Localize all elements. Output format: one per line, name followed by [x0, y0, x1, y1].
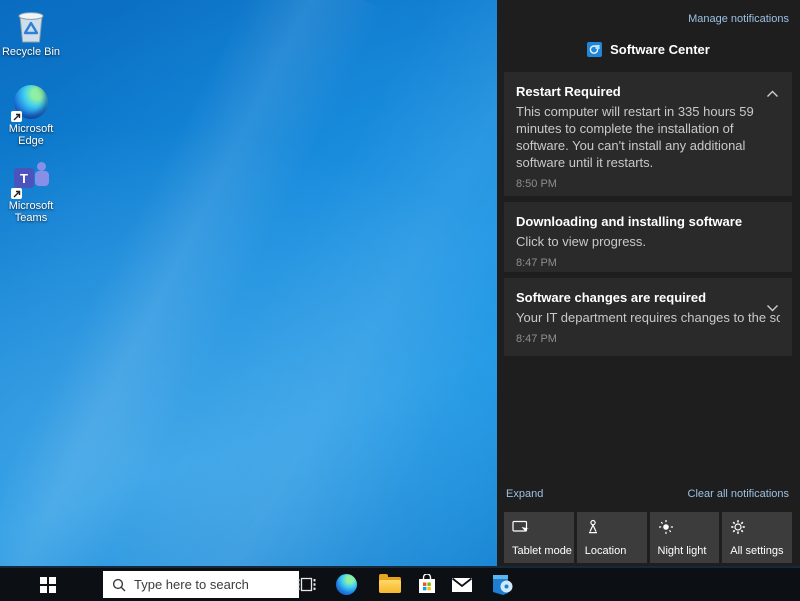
notification-time: 8:50 PM	[516, 178, 780, 190]
quick-actions-row: Tablet mode Location Night	[504, 512, 792, 563]
mail-button[interactable]	[442, 568, 482, 601]
tablet-mode-icon	[512, 519, 530, 536]
task-view-icon	[297, 576, 316, 593]
settings-gear-icon	[730, 519, 746, 535]
notification-group-title: Software Center	[610, 42, 710, 57]
desktop-icon-recycle-bin[interactable]: Recycle Bin	[0, 8, 62, 58]
software-center-icon	[587, 42, 602, 57]
expand-link[interactable]: Expand	[506, 488, 543, 500]
software-center-taskbar-button[interactable]	[482, 568, 522, 601]
taskbar-search[interactable]	[103, 571, 299, 598]
mail-icon	[451, 577, 473, 593]
shortcut-arrow-icon	[11, 188, 22, 199]
task-view-button[interactable]	[286, 568, 326, 601]
notification-card-downloading[interactable]: Downloading and installing software Clic…	[504, 202, 792, 272]
quick-action-label: Night light	[658, 545, 707, 557]
action-center-panel: Manage notifications Software Center Res…	[497, 0, 800, 566]
chevron-up-icon[interactable]	[764, 84, 781, 103]
notification-body: This computer will restart in 335 hours …	[516, 103, 780, 171]
edge-icon	[13, 85, 49, 121]
notification-time: 8:47 PM	[516, 333, 780, 345]
teams-icon: T	[13, 162, 49, 198]
notification-group-header[interactable]: Software Center	[497, 42, 800, 57]
file-explorer-icon	[379, 577, 401, 593]
quick-action-night-light[interactable]: Night light	[650, 512, 720, 563]
notification-title: Restart Required	[516, 83, 780, 100]
recycle-bin-icon	[13, 8, 49, 44]
desktop-icon-microsoft-edge[interactable]: Microsoft Edge	[0, 84, 62, 147]
desktop-icon-label: Microsoft Edge	[0, 123, 62, 147]
quick-action-all-settings[interactable]: All settings	[722, 512, 792, 563]
desktop-icon-label: Microsoft Teams	[0, 200, 62, 224]
desktop-screen: Recycle Bin Microsoft Edge T Microsoft T…	[0, 0, 800, 601]
night-light-icon	[658, 519, 674, 535]
notification-time: 8:47 PM	[516, 257, 780, 269]
teams-logo-letter: T	[14, 168, 34, 188]
clear-all-notifications-link[interactable]: Clear all notifications	[688, 488, 790, 500]
chevron-down-icon[interactable]	[764, 298, 781, 317]
notification-title: Downloading and installing software	[516, 213, 780, 230]
quick-action-label: All settings	[730, 545, 783, 557]
notification-body: Click to view progress.	[516, 233, 780, 250]
quick-action-label: Location	[585, 545, 627, 557]
start-button[interactable]	[28, 568, 68, 601]
taskbar-edge-button[interactable]	[326, 568, 366, 601]
desktop-icon-label: Recycle Bin	[0, 46, 62, 58]
quick-action-location[interactable]: Location	[577, 512, 647, 563]
notification-title: Software changes are required	[516, 289, 780, 306]
desktop-icon-microsoft-teams[interactable]: T Microsoft Teams	[0, 162, 62, 224]
taskbar: 8:51 PM 11/24/2021	[0, 566, 800, 601]
search-input[interactable]	[134, 577, 299, 592]
windows-logo-icon	[40, 577, 56, 593]
edge-icon	[336, 574, 357, 595]
manage-notifications-link[interactable]: Manage notifications	[688, 13, 789, 25]
notification-card-restart-required[interactable]: Restart Required This computer will rest…	[504, 72, 792, 196]
notification-card-software-changes[interactable]: Software changes are required Your IT de…	[504, 278, 792, 356]
quick-action-tablet-mode[interactable]: Tablet mode	[504, 512, 574, 563]
notification-body: Your IT department requires changes to t…	[516, 309, 780, 326]
microsoft-store-button[interactable]	[407, 568, 447, 601]
file-explorer-button[interactable]	[370, 568, 410, 601]
location-icon	[585, 519, 601, 535]
software-center-icon	[490, 573, 514, 596]
shortcut-arrow-icon	[11, 111, 22, 122]
quick-action-label: Tablet mode	[512, 545, 572, 557]
search-icon	[112, 578, 126, 592]
store-icon	[417, 574, 437, 595]
